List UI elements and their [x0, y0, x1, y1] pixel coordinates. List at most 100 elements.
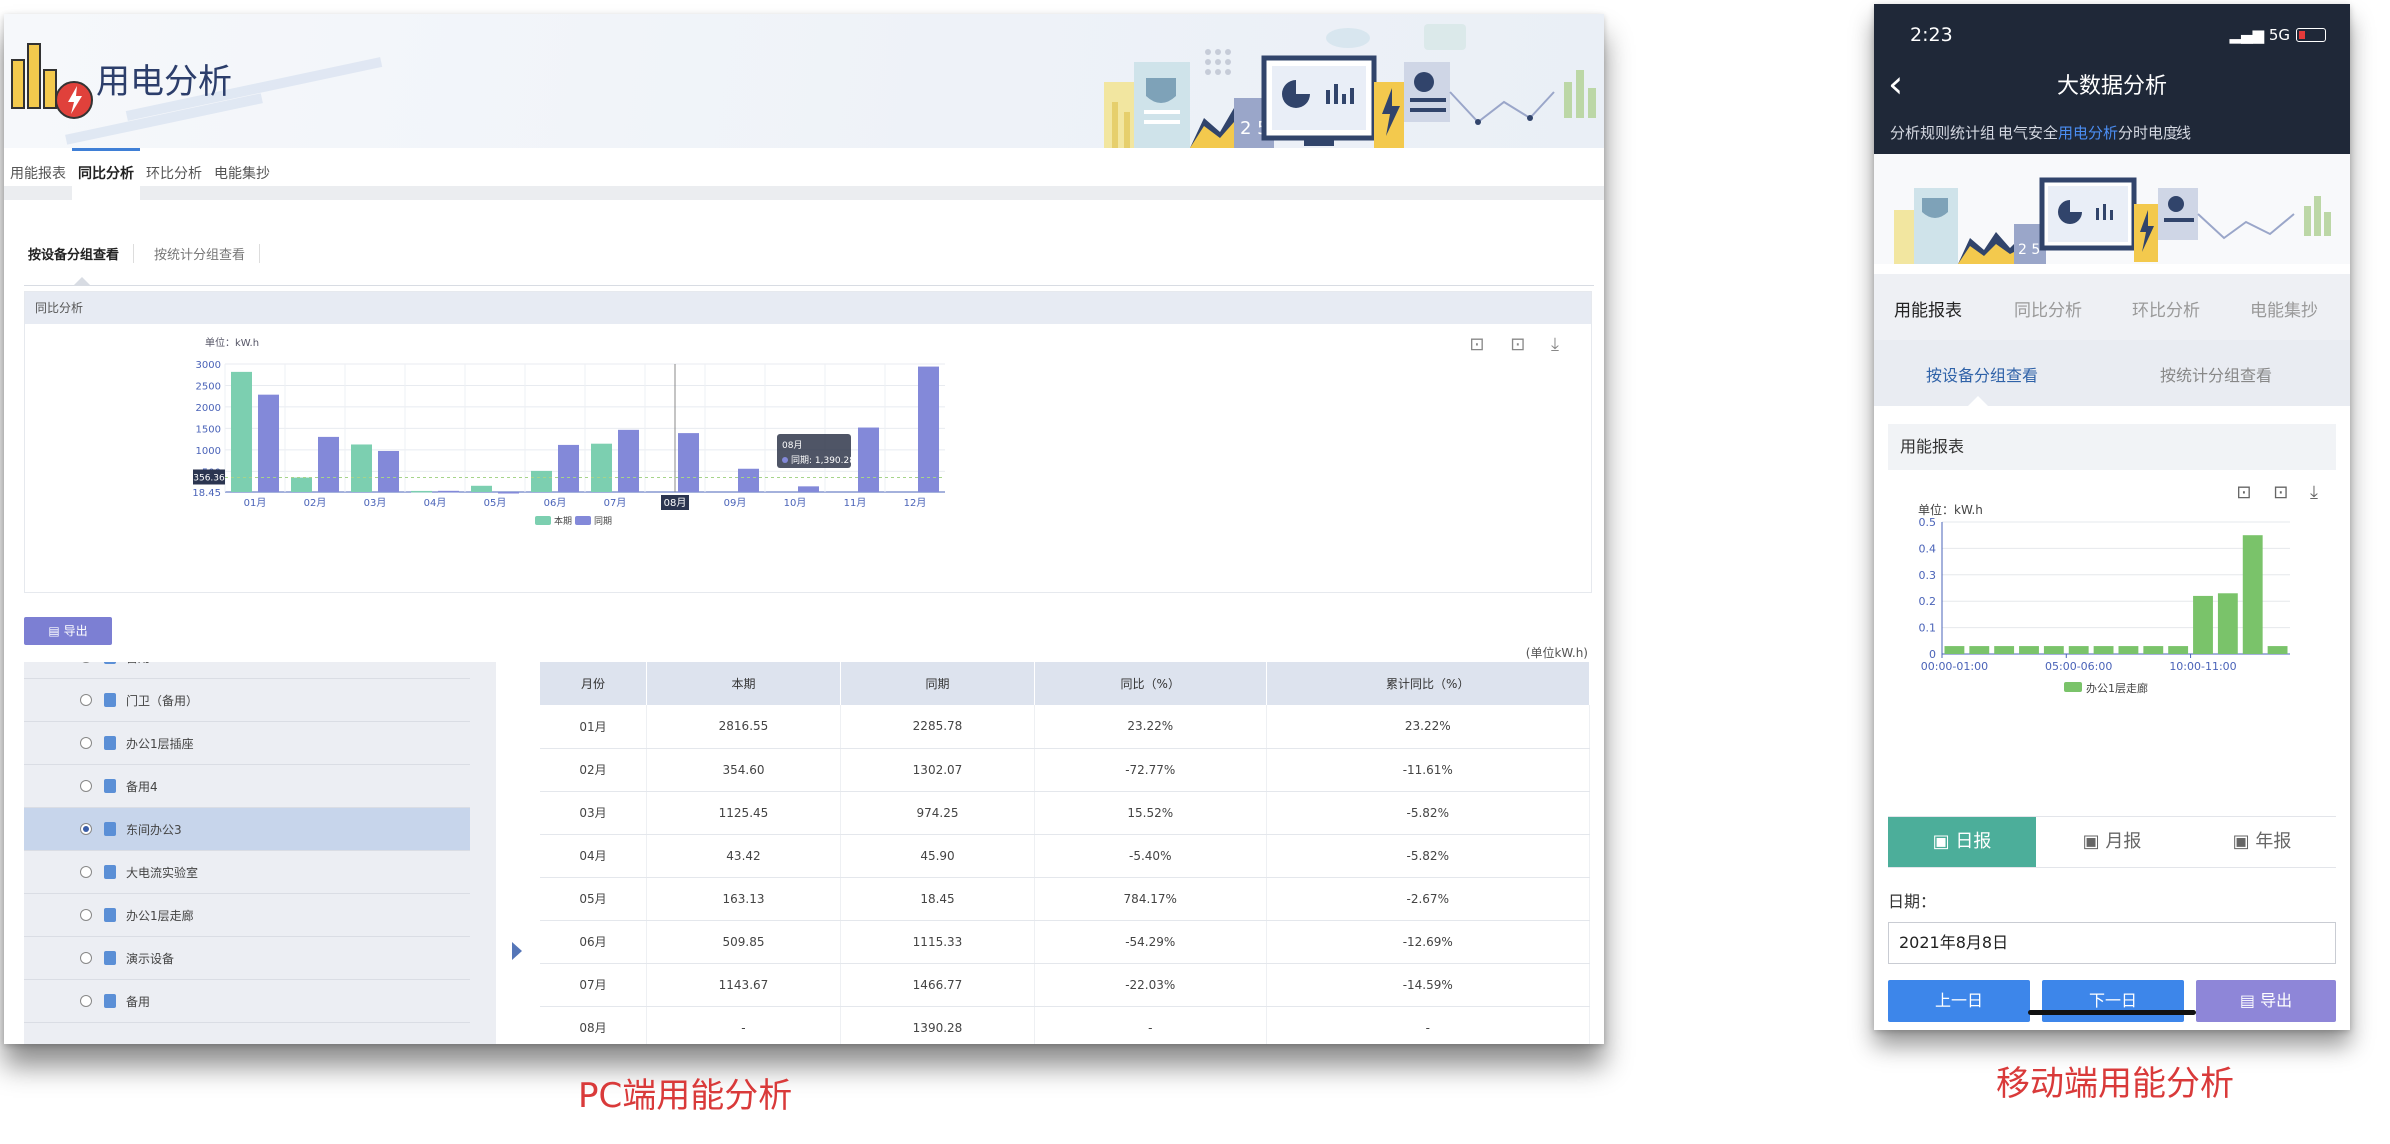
radio-button[interactable]	[80, 995, 92, 1007]
bar-办公1层走廊	[2118, 646, 2139, 654]
tree-item-label: 备用	[126, 662, 150, 666]
subtab-by-device-group[interactable]: 按设备分组查看	[28, 244, 135, 263]
table-cell: -14.59%	[1266, 963, 1590, 1007]
table-cell: 43.42	[646, 834, 841, 878]
mobile-export-button[interactable]: ▤ 导出	[2196, 980, 2336, 1022]
table-cell: -22.03%	[1034, 963, 1267, 1007]
table-cell: 23.22%	[1034, 705, 1267, 749]
radio-button[interactable]	[80, 823, 92, 835]
device-icon	[104, 865, 116, 879]
bar-同期	[678, 433, 699, 492]
mobile-nav-item[interactable]: 分析规则	[1890, 122, 1950, 143]
subtab-by-stat-group[interactable]: 按统计分组查看	[154, 244, 261, 263]
mobile-nav-item[interactable]: 用电分析	[2058, 122, 2118, 143]
y-tick-label: 2000	[196, 403, 221, 414]
collapse-arrow-icon[interactable]	[512, 942, 522, 960]
tree-item[interactable]: 备用	[24, 980, 470, 1023]
mobile-subtab-stat[interactable]: 按统计分组查看	[2160, 362, 2272, 386]
legend-label: 本期	[554, 515, 572, 527]
tab-meter-reading[interactable]: 电能集抄	[208, 148, 276, 200]
mobile-nav-item[interactable]: 分时电度	[2118, 122, 2178, 143]
mobile-nav-item[interactable]: 线	[2176, 122, 2191, 143]
tooltip-title: 08月	[782, 440, 802, 451]
x-tick-label: 11月	[844, 497, 867, 509]
period-monthly-button[interactable]: ▣ 月报	[2038, 817, 2186, 867]
radio-button[interactable]	[80, 694, 92, 706]
tree-item-label: 办公1层插座	[126, 737, 194, 751]
table-cell: 04月	[540, 834, 647, 878]
table-header-cell: 累计同比（%）	[1266, 662, 1590, 705]
tree-item[interactable]: 门卫（备用）	[24, 679, 470, 722]
date-input[interactable]: 2021年8月8日	[1888, 922, 2336, 964]
mobile-tab-mom[interactable]: 环比分析	[2132, 296, 2200, 321]
bar-本期	[411, 490, 432, 493]
x-tick-label: 05月	[484, 497, 507, 509]
table-cell: 18.45	[840, 877, 1036, 921]
tab-mom-analysis[interactable]: 环比分析	[140, 148, 208, 200]
tree-item[interactable]: 备用4	[24, 765, 470, 808]
x-tick-label: 00:00-01:00	[1921, 660, 1988, 673]
radio-button[interactable]	[80, 780, 92, 792]
electric-analysis-logo-icon	[11, 43, 93, 119]
tab-energy-report[interactable]: 用能报表	[4, 148, 72, 200]
pc-header: 用电分析 2 5	[4, 14, 1604, 148]
pc-window: 用电分析 2 5 用能报表 同比分析 环比分析 电能集抄 按设备分组查看 按统计…	[4, 14, 1604, 1044]
mobile-screen: 2:23 ▂▄▆ 5G ‹ 大数据分析 分析规则 统计组 电气安全 用电分析 分时电度线…	[1874, 4, 2350, 1030]
radio-button[interactable]	[80, 952, 92, 964]
next-day-button[interactable]: 下一日	[2042, 980, 2184, 1022]
radio-button[interactable]	[80, 737, 92, 749]
mobile-tab-energy-report[interactable]: 用能报表	[1894, 296, 1962, 321]
table-cell: 974.25	[840, 791, 1036, 835]
radio-button[interactable]	[80, 909, 92, 921]
mobile-tab-yoy[interactable]: 同比分析	[2014, 296, 2082, 321]
table-cell: 15.52%	[1034, 791, 1267, 835]
y-tick-label: 0.2	[1919, 595, 1937, 608]
table-cell: 1390.28	[840, 1006, 1036, 1044]
tree-item[interactable]: 演示设备	[24, 937, 470, 980]
table-icon: ▤	[2239, 991, 2261, 1010]
bar-同期	[858, 427, 879, 492]
radio-button[interactable]	[80, 662, 92, 663]
bar-办公1层走廊	[1994, 646, 2015, 654]
panel-title: 同比分析	[25, 292, 1591, 324]
bar-同期	[618, 429, 639, 492]
table-cell: 2285.78	[840, 705, 1036, 749]
radio-button[interactable]	[80, 866, 92, 878]
legend-label: 办公1层走廊	[2086, 681, 2148, 695]
period-yearly-button[interactable]: ▣ 年报	[2188, 817, 2336, 867]
mobile-nav-item[interactable]: 统计组	[1950, 122, 1995, 143]
bar-办公1层走廊	[2267, 646, 2288, 654]
date-label: 日期：	[1888, 892, 1937, 911]
calendar-icon: ▣	[1932, 831, 1956, 852]
tree-item[interactable]: 大电流实验室	[24, 851, 470, 894]
legend-swatch	[2064, 682, 2082, 692]
mobile-nav-item[interactable]: 电气安全	[1998, 122, 2058, 143]
y-tick-label: 2500	[196, 381, 221, 392]
tab-yoy-analysis[interactable]: 同比分析	[72, 148, 140, 200]
bar-办公1层走廊	[2242, 535, 2263, 654]
tree-item[interactable]: 备用	[24, 662, 470, 679]
table-cell: 06月	[540, 920, 647, 964]
tree-item[interactable]: 办公1层走廊	[24, 894, 470, 937]
period-daily-button[interactable]: ▣ 日报	[1888, 817, 2036, 867]
period-switch: ▣ 日报 ▣ 月报 ▣ 年报	[1888, 816, 2336, 868]
tree-item[interactable]: 办公1层插座	[24, 722, 470, 765]
mobile-top-bar: 2:23 ▂▄▆ 5G ‹ 大数据分析 分析规则 统计组 电气安全 用电分析 分时电度线	[1874, 4, 2350, 154]
bar-本期	[471, 485, 492, 492]
table-cell: 08月	[540, 1006, 647, 1044]
tree-item[interactable]: 东间办公3	[24, 808, 470, 851]
mobile-tab-meter[interactable]: 电能集抄	[2250, 296, 2318, 321]
prev-day-button[interactable]: 上一日	[1888, 980, 2030, 1022]
table-cell: 03月	[540, 791, 647, 835]
export-button[interactable]: ▤ 导出	[24, 617, 112, 645]
table-cell: 509.85	[646, 920, 841, 964]
table-row: 08月 -1390.28- -	[540, 1006, 1590, 1044]
table-cell: -5.82%	[1266, 834, 1590, 878]
period-monthly-label: 月报	[2105, 831, 2142, 852]
legend-swatch	[575, 516, 591, 525]
mobile-subtab-device[interactable]: 按设备分组查看	[1926, 362, 2038, 386]
bar-本期	[231, 371, 252, 492]
battery-icon	[2296, 28, 2326, 42]
screenshot-stage: 用电分析 2 5 用能报表 同比分析 环比分析 电能集抄 按设备分组查看 按统计…	[0, 0, 2390, 1144]
mobile-chart-toolbox[interactable]: ⊡ ⊡ ⤓	[2236, 482, 2326, 503]
